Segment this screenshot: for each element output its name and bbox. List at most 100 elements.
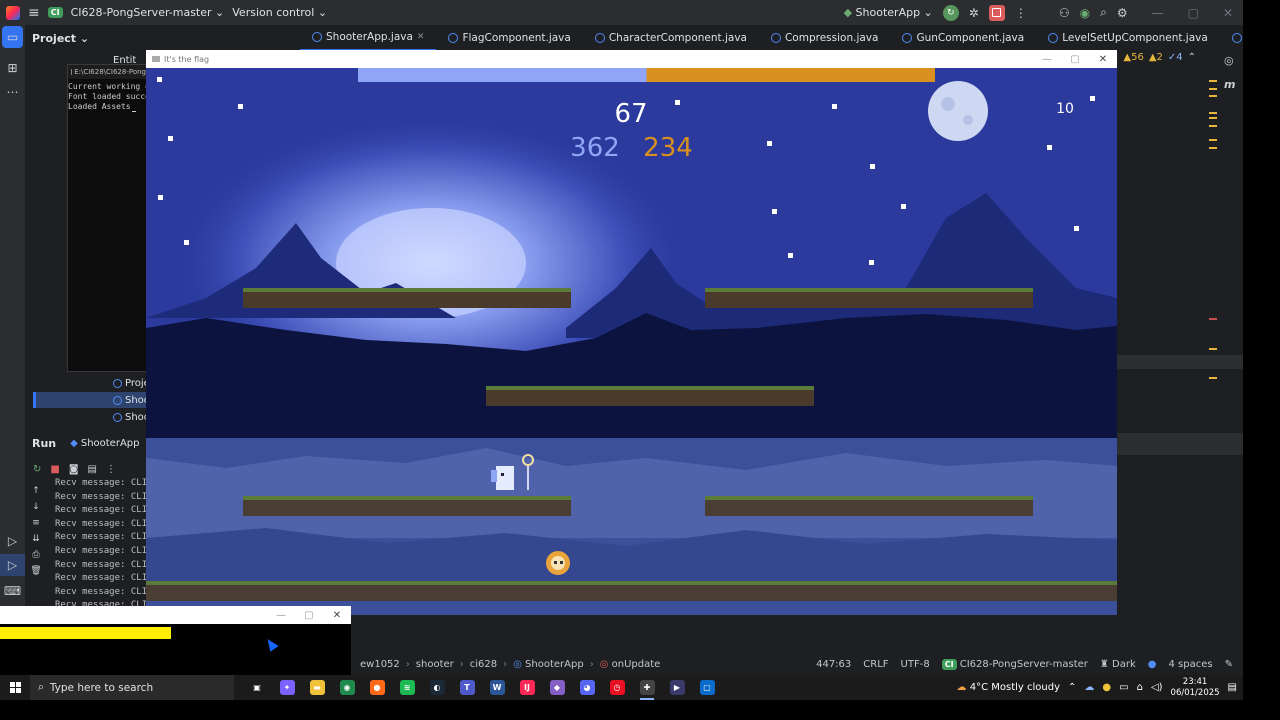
editor-tab[interactable]: CharacterComponent.java (583, 25, 759, 51)
taskbar-app[interactable]: T (452, 675, 482, 700)
add-user-icon[interactable]: ⚇ (1059, 6, 1070, 20)
console-window[interactable]: E:\CI628\CI628-Pong Current working di F… (67, 64, 147, 372)
rerun-button[interactable]: ↻ (942, 4, 959, 21)
settings-gear-icon[interactable]: ⚙ (1117, 6, 1128, 20)
gutter-marker[interactable] (1209, 88, 1217, 90)
close-icon[interactable]: ✕ (1089, 50, 1117, 68)
show-hidden-icons[interactable]: ⌃ (1068, 682, 1076, 693)
taskbar-search[interactable]: ⌕ Type here to search (30, 675, 234, 700)
tree-item-project[interactable]: Proje (113, 375, 150, 391)
editor-tab[interactable]: ProjectileClass.java (1220, 25, 1243, 51)
close-icon[interactable]: ✕ (323, 606, 351, 624)
ai-chat-icon[interactable]: ◎ (1224, 54, 1234, 67)
more-icon[interactable]: ⋮ (106, 464, 116, 475)
search-icon[interactable]: ⌕ (1100, 5, 1107, 20)
taskbar-app[interactable]: ◉ (332, 675, 362, 700)
maximize-icon[interactable]: ▢ (295, 606, 323, 624)
editor-tab[interactable]: GunComponent.java (890, 25, 1036, 51)
more-actions-icon[interactable]: ⋮ (1015, 6, 1027, 20)
project-selector[interactable]: CI628-PongServer-master ⌄ (71, 6, 225, 19)
clock[interactable]: 23:41 06/01/2025 (1171, 677, 1220, 699)
tree-item-shooter-2[interactable]: Shoo (113, 409, 150, 425)
minimize-window-icon[interactable]: — (1152, 6, 1164, 20)
health-bar-window[interactable]: — ▢ ✕ (0, 606, 351, 675)
maximize-window-icon[interactable]: ▢ (1188, 6, 1199, 20)
print-icon[interactable]: ⎙ (26, 550, 46, 566)
main-menu-icon[interactable]: ≡ (28, 5, 40, 21)
game-canvas[interactable]: 67 362 234 10 (146, 68, 1117, 615)
more-tools-icon[interactable]: ⋯ (0, 81, 25, 103)
battery-icon[interactable]: ▭ (1119, 682, 1128, 693)
gutter-marker[interactable] (1209, 80, 1217, 82)
maximize-icon[interactable]: ▢ (1061, 50, 1089, 68)
taskbar-app[interactable]: ◐ (422, 675, 452, 700)
tray-app-icon[interactable]: ● (1102, 682, 1111, 693)
project-folder-icon[interactable]: ▭ (2, 26, 23, 48)
run-tool-icon[interactable]: ▷ (0, 554, 25, 576)
scroll-to-end-icon[interactable]: ⇊ (26, 534, 46, 550)
gutter-marker[interactable] (1209, 348, 1217, 350)
taskbar-app[interactable]: ≋ (392, 675, 422, 700)
chevron-up-icon[interactable]: ⌃ (1188, 52, 1196, 63)
dump-threads-icon[interactable]: ▤ (88, 464, 97, 475)
stop-button[interactable] (988, 4, 1005, 21)
version-control-menu[interactable]: Version control ⌄ (232, 6, 327, 19)
start-button[interactable] (0, 682, 30, 693)
run-config-selector[interactable]: ◆ ShooterApp ⌄ (844, 6, 933, 19)
minimize-icon[interactable]: — (267, 606, 295, 624)
inspection-widget[interactable]: 1 ▲56 ▲2 ✓4 ⌃ (1112, 52, 1196, 63)
onedrive-icon[interactable]: ☁ (1084, 682, 1094, 693)
breadcrumb-method[interactable]: ◎ onUpdate (600, 659, 661, 670)
notifications-icon[interactable]: ▤ (1228, 682, 1237, 693)
breadcrumb-item[interactable]: ew1052 (360, 659, 400, 670)
status-project[interactable]: CI CI628-PongServer-master (941, 658, 1088, 670)
stop-icon[interactable]: ■ (50, 464, 59, 475)
structure-icon[interactable]: ⊞ (0, 57, 25, 79)
network-icon[interactable]: ⌂ (1137, 682, 1143, 693)
terminal-tool-icon[interactable]: ⌨ (0, 580, 25, 602)
game-window[interactable]: It's the flag — ▢ ✕ 67 362 234 10 (146, 50, 1117, 615)
weather-widget[interactable]: ☁ 4°C Mostly cloudy (957, 682, 1060, 693)
ai-assistant-side-icon[interactable]: m (1224, 78, 1235, 91)
minimize-icon[interactable]: — (1033, 50, 1061, 68)
taskbar-app[interactable]: ◕ (572, 675, 602, 700)
file-encoding[interactable]: UTF-8 (901, 659, 930, 670)
breadcrumb-item[interactable]: ci628 (470, 659, 497, 670)
editor-tab[interactable]: ShooterApp.java ✕ (300, 25, 437, 51)
theme-switcher[interactable]: ♜ Dark (1100, 659, 1136, 670)
taskbar-app[interactable]: ◆ (542, 675, 572, 700)
taskbar-app[interactable]: IJ (512, 675, 542, 700)
rerun-icon[interactable]: ↻ (33, 464, 41, 475)
taskbar-app[interactable]: ▬ (302, 675, 332, 700)
taskbar-app[interactable]: W (482, 675, 512, 700)
status-indicator-icon[interactable]: ● (1148, 659, 1157, 670)
trash-icon[interactable]: 🗑 (26, 566, 46, 582)
taskbar-app[interactable]: ▣ (242, 675, 272, 700)
gutter-marker[interactable] (1209, 147, 1217, 149)
gutter-marker[interactable] (1209, 377, 1217, 379)
taskbar-app[interactable]: ▢ (692, 675, 722, 700)
editor-tab[interactable]: LevelSetUpComponent.java (1036, 25, 1220, 51)
scroll-down-icon[interactable]: ↓ (26, 502, 46, 518)
line-separator[interactable]: CRLF (863, 659, 888, 670)
editor-tab[interactable]: FlagComponent.java (436, 25, 582, 51)
taskbar-app[interactable]: ● (362, 675, 392, 700)
gutter-marker[interactable] (1209, 95, 1217, 97)
breadcrumb-item[interactable]: shooter (416, 659, 454, 670)
close-window-icon[interactable]: ✕ (1223, 6, 1233, 20)
gutter-marker[interactable] (1209, 125, 1217, 127)
read-only-toggle-icon[interactable]: ✎ (1225, 659, 1233, 670)
gutter-marker-error[interactable] (1209, 318, 1217, 320)
editor-tab[interactable]: Compression.java (759, 25, 890, 51)
volume-icon[interactable]: ◁) (1151, 682, 1163, 693)
scroll-up-icon[interactable]: ↑ (26, 486, 46, 502)
services-icon[interactable]: ▷ (0, 530, 25, 552)
soft-wrap-icon[interactable]: ≡ (26, 518, 46, 534)
run-tab-shooterapp[interactable]: ◆ShooterApp✕ (70, 438, 155, 449)
breadcrumb-class[interactable]: ◎ ShooterApp (513, 659, 584, 670)
caret-position[interactable]: 447:63 (816, 659, 851, 670)
gutter-marker[interactable] (1209, 139, 1217, 141)
debug-icon[interactable]: ✲ (969, 6, 979, 20)
indent-setting[interactable]: 4 spaces (1169, 659, 1213, 670)
taskbar-app[interactable]: ◷ (602, 675, 632, 700)
